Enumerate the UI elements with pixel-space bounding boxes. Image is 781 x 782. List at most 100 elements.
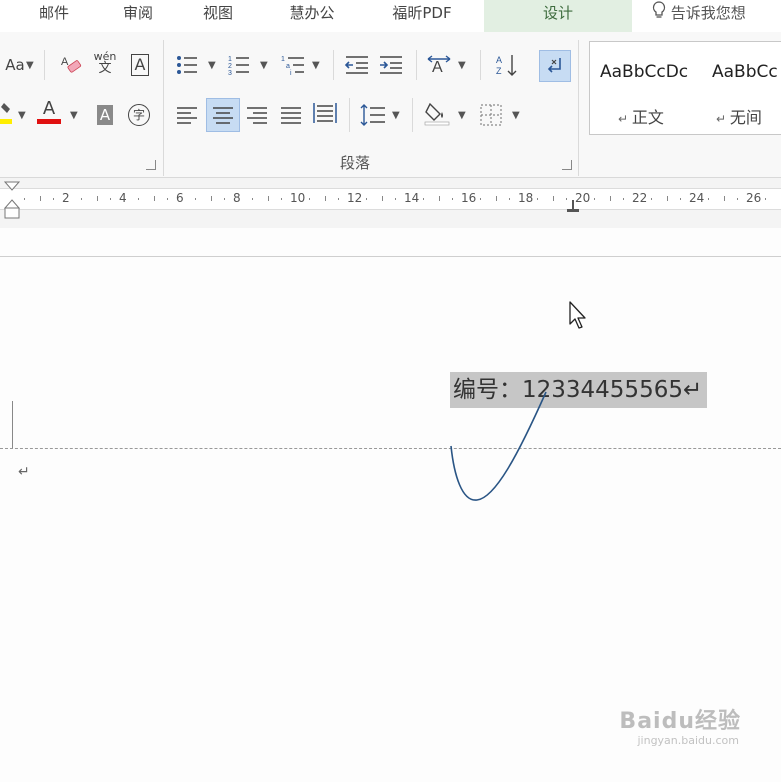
horizontal-ruler[interactable]: 2 4 6 8 10 12 14 16 18 20 22 24 26 (0, 178, 781, 228)
chevron-down-icon[interactable]: ▼ (208, 60, 216, 71)
multilevel-list-button[interactable]: 1 a i (280, 52, 306, 78)
bullet-list-icon (177, 56, 197, 74)
ruler-minor-tick (138, 198, 139, 200)
ruler-tick (667, 196, 668, 201)
ruler-tick (154, 196, 155, 201)
svg-text:A: A (432, 59, 443, 76)
borders-button[interactable] (478, 102, 504, 128)
annotation-curve (450, 391, 547, 501)
phonetic-bottom: 文 (98, 61, 112, 76)
chevron-down-icon[interactable]: ▼ (512, 110, 520, 121)
style-no-spacing-sample: AaBbCc (712, 62, 778, 82)
svg-text:A: A (61, 56, 69, 68)
tab-foxit-pdf[interactable]: 福昕PDF (372, 0, 472, 32)
align-left-button[interactable] (174, 102, 200, 128)
header-boundary (0, 448, 781, 449)
right-indent-marker-icon[interactable] (566, 192, 580, 212)
indent-marker-icon[interactable] (3, 180, 21, 222)
bullets-button[interactable] (174, 52, 200, 78)
chevron-down-icon[interactable]: ▼ (312, 60, 320, 71)
eraser-icon: A (61, 56, 82, 73)
asian-layout-icon: A (427, 55, 451, 76)
phonetic-guide-button[interactable]: wén 文 (92, 50, 118, 76)
chevron-down-icon[interactable]: ▼ (18, 110, 26, 121)
clear-formatting-button[interactable]: A (58, 52, 84, 78)
enclose-characters-button[interactable]: 字 (126, 102, 152, 128)
svg-text:3: 3 (228, 70, 232, 76)
tab-huibangong[interactable]: 慧办公 (272, 0, 352, 32)
align-center-button[interactable] (206, 98, 240, 132)
ruler-minor-tick (736, 198, 738, 200)
ruler-minor-tick (423, 198, 424, 200)
style-no-spacing-name: ↵ 无间 (716, 108, 762, 127)
chevron-down-icon[interactable]: ▼ (70, 110, 78, 121)
watermark-url: jingyan.baidu.com (637, 734, 739, 747)
align-right-button[interactable] (244, 102, 270, 128)
ruler-minor-tick (52, 198, 54, 200)
distributed-icon (313, 103, 337, 123)
style-no-spacing[interactable]: AaBbCc ↵ 无间 (702, 42, 781, 134)
align-right-icon (247, 107, 267, 124)
style-normal[interactable]: AaBbCcDc ↵ 正文 (590, 42, 694, 134)
ruler-tick (268, 196, 269, 201)
tab-view[interactable]: 视图 (186, 0, 250, 32)
ruler-strip (0, 188, 781, 210)
font-color-button[interactable]: A (36, 98, 62, 124)
divider (333, 50, 334, 80)
character-shading-button[interactable]: A (92, 102, 118, 128)
chevron-down-icon[interactable]: ▼ (260, 60, 268, 71)
group-divider (578, 40, 579, 176)
change-case-label: Aa (5, 56, 25, 74)
shading-button[interactable] (424, 100, 450, 126)
group-divider (163, 40, 164, 176)
character-border-button[interactable]: A (127, 52, 153, 78)
ruler-tick (724, 196, 725, 201)
paragraph-group-label: 段落 (340, 154, 371, 172)
tab-mailings[interactable]: 邮件 (22, 0, 86, 32)
ruler-label: 8 (233, 191, 241, 205)
ruler-minor-tick (280, 198, 282, 200)
ruler-minor-tick (24, 198, 25, 200)
ruler-tick (325, 196, 326, 201)
ruler-tick (211, 196, 212, 201)
line-spacing-button[interactable] (360, 102, 386, 128)
style-normal-name: ↵ 正文 (618, 108, 664, 127)
multilevel-list-icon: 1 a i (281, 56, 304, 76)
tell-me-search[interactable]: 告诉我您想 (652, 0, 746, 30)
ruler-minor-tick (765, 198, 766, 200)
ruler-minor-tick (508, 198, 510, 200)
decrease-indent-button[interactable] (344, 52, 370, 78)
ruler-minor-tick (109, 198, 111, 200)
ruler-tick (40, 196, 41, 201)
increase-indent-button[interactable] (378, 52, 404, 78)
ruler-minor-tick (594, 198, 595, 200)
ruler-minor-tick (166, 198, 168, 200)
sort-button[interactable]: A Z (494, 52, 520, 78)
svg-text:i: i (290, 70, 292, 76)
borders-icon (480, 104, 502, 126)
asian-layout-button[interactable]: A (426, 52, 452, 78)
numbering-button[interactable]: 1 2 3 (226, 52, 252, 78)
show-hide-marks-button[interactable] (539, 50, 571, 82)
svg-text:a: a (286, 63, 290, 70)
chevron-down-icon[interactable]: ▼ (458, 110, 466, 121)
ruler-tick (496, 196, 497, 201)
highlighter-icon (0, 103, 12, 124)
svg-text:1: 1 (228, 56, 232, 63)
chevron-down-icon[interactable]: ▼ (26, 60, 34, 71)
ruler-minor-tick (252, 198, 253, 200)
chevron-down-icon[interactable]: ▼ (458, 60, 466, 71)
paragraph-mark: ↵ (18, 464, 30, 480)
paragraph-dialog-launcher-icon[interactable] (562, 160, 572, 170)
tab-review[interactable]: 审阅 (106, 0, 170, 32)
ruler-minor-tick (309, 198, 310, 200)
distributed-button[interactable] (312, 100, 338, 126)
tab-design[interactable]: 设计 (484, 0, 632, 32)
ruler-minor-tick (622, 198, 624, 200)
justify-button[interactable] (278, 102, 304, 128)
text-highlight-button[interactable] (0, 100, 14, 126)
font-dialog-launcher-icon[interactable] (146, 160, 156, 170)
divider (416, 50, 417, 80)
ruler-label: 16 (461, 191, 477, 205)
chevron-down-icon[interactable]: ▼ (392, 110, 400, 121)
